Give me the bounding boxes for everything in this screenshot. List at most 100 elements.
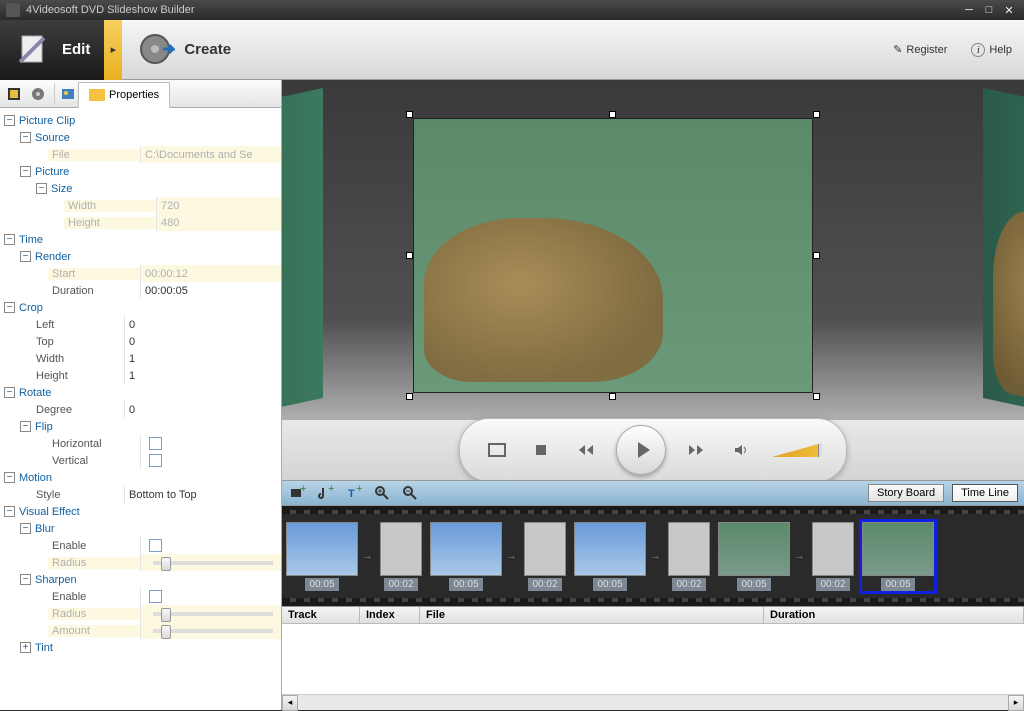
collapse-toggle[interactable]: −	[20, 523, 31, 534]
stop-button[interactable]	[528, 437, 554, 463]
collapse-toggle[interactable]: −	[4, 506, 15, 517]
next-button[interactable]	[684, 437, 710, 463]
svg-text:+: +	[328, 485, 334, 495]
resize-handle[interactable]	[813, 252, 820, 259]
group-rotate: Rotate	[19, 387, 51, 399]
properties-tree[interactable]: −Picture Clip −Source FileC:\Documents a…	[0, 108, 281, 710]
properties-tab[interactable]: Properties	[78, 82, 170, 108]
prop-blur-enable-label: Enable	[48, 540, 140, 552]
add-text-icon[interactable]: T+	[344, 484, 364, 502]
prop-height-value: 480	[156, 214, 281, 231]
maximize-button[interactable]: □	[980, 3, 998, 17]
volume-icon[interactable]	[728, 437, 754, 463]
track-body[interactable]	[282, 624, 1024, 694]
prop-crop-width-value[interactable]: 1	[124, 350, 281, 367]
zoom-in-icon[interactable]	[372, 484, 392, 502]
close-button[interactable]: ✕	[1000, 3, 1018, 17]
sharpen-radius-slider[interactable]	[153, 612, 273, 616]
zoom-out-icon[interactable]	[400, 484, 420, 502]
col-index[interactable]: Index	[360, 607, 420, 623]
prop-style-value[interactable]: Bottom to Top	[124, 486, 281, 503]
timeline-toggle[interactable]: Time Line	[952, 484, 1018, 502]
group-time: Time	[19, 234, 43, 246]
prop-crop-left-label: Left	[32, 319, 124, 331]
resize-handle[interactable]	[609, 393, 616, 400]
collapse-toggle[interactable]: −	[20, 574, 31, 585]
collapse-toggle[interactable]: −	[4, 387, 15, 398]
register-link[interactable]: ✎ Register	[881, 43, 959, 56]
preview-next-slide	[983, 88, 1024, 430]
prop-duration-label: Duration	[48, 285, 140, 297]
fullscreen-button[interactable]	[484, 437, 510, 463]
svg-text:+: +	[300, 485, 306, 495]
prop-file-value[interactable]: C:\Documents and Se	[140, 146, 281, 163]
play-button[interactable]	[616, 425, 666, 475]
sharpen-amount-slider[interactable]	[153, 629, 273, 633]
prop-crop-top-value[interactable]: 0	[124, 333, 281, 350]
add-video-icon[interactable]: +	[288, 484, 308, 502]
tab-create[interactable]: Create	[122, 20, 245, 80]
flip-v-checkbox[interactable]	[149, 454, 162, 467]
storyboard-clip[interactable]: 00:05	[430, 522, 502, 591]
storyboard-transition[interactable]: 00:02	[380, 522, 422, 591]
properties-tab-label: Properties	[109, 89, 159, 101]
storyboard-transition[interactable]: 00:02	[668, 522, 710, 591]
prop-width-label: Width	[64, 200, 156, 212]
collapse-toggle[interactable]: −	[4, 302, 15, 313]
storyboard-transition[interactable]: 00:02	[812, 522, 854, 591]
resize-handle[interactable]	[609, 111, 616, 118]
col-file[interactable]: File	[420, 607, 764, 623]
resize-handle[interactable]	[406, 393, 413, 400]
collapse-toggle[interactable]: −	[4, 472, 15, 483]
resize-handle[interactable]	[813, 393, 820, 400]
storyboard-clip[interactable]: 00:05	[574, 522, 646, 591]
blur-enable-checkbox[interactable]	[149, 539, 162, 552]
prop-duration-value[interactable]: 00:00:05	[140, 282, 281, 299]
storyboard-clip[interactable]: 00:05	[286, 522, 358, 591]
scroll-right-icon[interactable]: ▸	[1008, 695, 1024, 711]
horizontal-scrollbar[interactable]: ◂ ▸	[282, 694, 1024, 710]
prop-crop-height-value[interactable]: 1	[124, 367, 281, 384]
storyboard-clip-active[interactable]: 00:05	[862, 522, 934, 591]
sharpen-enable-checkbox[interactable]	[149, 590, 162, 603]
minimize-button[interactable]: ─	[960, 3, 978, 17]
resize-handle[interactable]	[406, 252, 413, 259]
blur-radius-slider[interactable]	[153, 561, 273, 565]
collapse-toggle[interactable]: −	[20, 132, 31, 143]
scroll-left-icon[interactable]: ◂	[282, 695, 298, 711]
prev-button[interactable]	[572, 437, 598, 463]
collapse-toggle[interactable]: −	[4, 115, 15, 126]
resize-handle[interactable]	[813, 111, 820, 118]
col-duration[interactable]: Duration	[764, 607, 1024, 623]
flip-h-checkbox[interactable]	[149, 437, 162, 450]
col-track[interactable]: Track	[282, 607, 360, 623]
preview-current-slide[interactable]	[413, 118, 813, 393]
volume-slider[interactable]	[772, 443, 822, 457]
resize-handle[interactable]	[406, 111, 413, 118]
prop-crop-height-label: Height	[32, 370, 124, 382]
storyboard-clip[interactable]: 00:05	[718, 522, 790, 591]
storyboard-transition[interactable]: 00:02	[524, 522, 566, 591]
image-tab-icon[interactable]	[54, 83, 76, 105]
expand-toggle[interactable]: +	[20, 642, 31, 653]
collapse-toggle[interactable]: −	[20, 251, 31, 262]
prop-flip-h-label: Horizontal	[48, 438, 140, 450]
help-link[interactable]: i Help	[959, 43, 1024, 57]
folder-icon	[89, 89, 105, 101]
film-tab-icon[interactable]	[3, 83, 25, 105]
collapse-toggle[interactable]: −	[4, 234, 15, 245]
add-audio-icon[interactable]: +	[316, 484, 336, 502]
preview-stage	[282, 80, 1024, 480]
storyboard-toggle[interactable]: Story Board	[868, 484, 944, 502]
prop-crop-left-value[interactable]: 0	[124, 316, 281, 333]
register-icon: ✎	[893, 43, 902, 56]
disc-tab-icon[interactable]	[27, 83, 49, 105]
collapse-toggle[interactable]: −	[36, 183, 47, 194]
storyboard[interactable]: 00:05 → 00:02 00:05 → 00:02 00:05 → 00:0…	[282, 506, 1024, 606]
prop-degree-value[interactable]: 0	[124, 401, 281, 418]
help-icon: i	[971, 43, 985, 57]
tab-edit[interactable]: Edit	[0, 20, 104, 80]
collapse-toggle[interactable]: −	[20, 166, 31, 177]
left-tabs: Properties	[0, 80, 281, 108]
collapse-toggle[interactable]: −	[20, 421, 31, 432]
